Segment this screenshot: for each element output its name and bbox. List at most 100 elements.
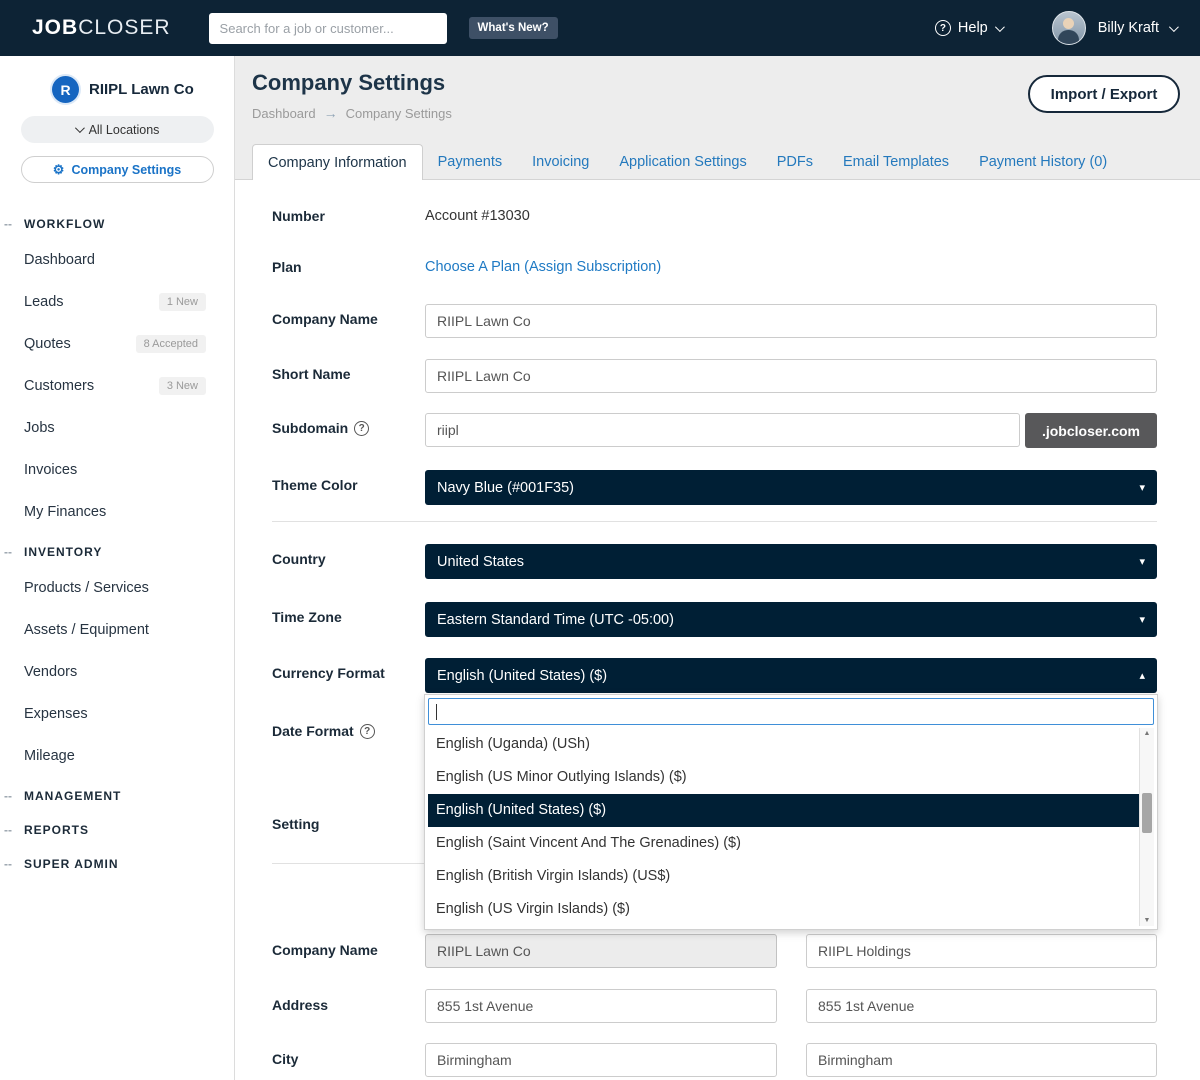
tab-payments[interactable]: Payments xyxy=(423,145,517,180)
theme-color-select[interactable]: Navy Blue (#001F35) ▾ xyxy=(425,470,1157,505)
option-english-british-virgin-islands[interactable]: English (British Virgin Islands) (US$) xyxy=(428,860,1139,893)
country-select[interactable]: United States ▾ xyxy=(425,544,1157,579)
help-menu[interactable]: ? Help xyxy=(935,20,1002,36)
currency-search-input[interactable] xyxy=(428,698,1154,725)
setting-label: Setting xyxy=(272,816,319,832)
company-name-input[interactable] xyxy=(425,304,1157,338)
sidebar-item-invoices[interactable]: Invoices xyxy=(0,449,234,491)
short-name-label: Short Name xyxy=(272,366,351,382)
dropdown-scrollbar[interactable]: ▲ ▼ xyxy=(1139,728,1154,926)
location2-address-input[interactable] xyxy=(806,989,1157,1023)
chevron-down-icon: ▾ xyxy=(1139,555,1145,568)
company-settings-button[interactable]: ⚙ Company Settings xyxy=(21,156,214,183)
scroll-up-icon[interactable]: ▲ xyxy=(1140,730,1154,737)
date-format-help-icon[interactable]: ? xyxy=(360,724,375,739)
company-name-label: Company Name xyxy=(272,311,378,327)
sidebar-item-quotes[interactable]: Quotes8 Accepted xyxy=(0,323,234,365)
sidebar-item-customers[interactable]: Customers3 New xyxy=(0,365,234,407)
customers-badge: 3 New xyxy=(159,377,206,395)
app-logo: JOBCLOSER xyxy=(32,16,171,40)
whats-new-button[interactable]: What's New? xyxy=(469,17,558,39)
sidebar: R RIIPL Lawn Co All Locations ⚙ Company … xyxy=(0,56,235,1080)
sidebar-item-label: Leads xyxy=(24,294,64,310)
arrow-right-icon: → xyxy=(324,105,338,121)
chevron-down-icon[interactable] xyxy=(1169,22,1179,32)
logo-primary: JOB xyxy=(32,16,78,39)
location2-company-name-input[interactable] xyxy=(806,934,1157,968)
location1-company-name-input xyxy=(425,934,777,968)
theme-color-value: Navy Blue (#001F35) xyxy=(437,480,574,496)
user-avatar[interactable] xyxy=(1052,11,1086,45)
plan-label: Plan xyxy=(272,259,302,275)
scrollbar-thumb[interactable] xyxy=(1142,793,1152,833)
option-english-us-minor-outlying-islands[interactable]: English (US Minor Outlying Islands) ($) xyxy=(428,761,1139,794)
section-super-admin[interactable]: SUPER ADMIN xyxy=(0,845,234,879)
subdomain-label: Subdomain ? xyxy=(272,420,369,436)
plan-links: Choose A Plan (Assign Subscription) xyxy=(425,259,661,275)
time-zone-select[interactable]: Eastern Standard Time (UTC -05:00) ▾ xyxy=(425,602,1157,637)
short-name-input[interactable] xyxy=(425,359,1157,393)
option-english-saint-vincent[interactable]: English (Saint Vincent And The Grenadine… xyxy=(428,827,1139,860)
account-number: Account #13030 xyxy=(425,208,530,224)
assign-subscription-link[interactable]: (Assign Subscription) xyxy=(524,259,661,275)
time-zone-value: Eastern Standard Time (UTC -05:00) xyxy=(437,612,674,628)
sidebar-item-mileage[interactable]: Mileage xyxy=(0,735,234,777)
sidebar-item-label: Dashboard xyxy=(24,252,95,268)
choose-a-plan-link[interactable]: Choose A Plan xyxy=(425,259,520,275)
section-workflow[interactable]: WORKFLOW xyxy=(0,205,234,239)
subdomain-help-icon[interactable]: ? xyxy=(354,421,369,436)
time-zone-label: Time Zone xyxy=(272,609,342,625)
tab-company-information[interactable]: Company Information xyxy=(252,144,423,180)
tab-email-templates[interactable]: Email Templates xyxy=(828,145,964,180)
section-reports[interactable]: REPORTS xyxy=(0,811,234,845)
currency-format-select[interactable]: English (United States) ($) ▴ xyxy=(425,658,1157,693)
breadcrumb-dashboard[interactable]: Dashboard xyxy=(252,106,316,121)
sidebar-item-label: Quotes xyxy=(24,336,71,352)
sidebar-item-leads[interactable]: Leads1 New xyxy=(0,281,234,323)
theme-color-label: Theme Color xyxy=(272,477,358,493)
chevron-up-icon: ▴ xyxy=(1139,669,1145,682)
location2-city-input[interactable] xyxy=(806,1043,1157,1077)
sidebar-item-label: Products / Services xyxy=(24,580,149,596)
currency-dropdown-panel: English (Uganda) (USh) English (US Minor… xyxy=(424,694,1158,930)
tab-application-settings[interactable]: Application Settings xyxy=(604,145,761,180)
company-name: RIIPL Lawn Co xyxy=(89,81,194,98)
sidebar-item-vendors[interactable]: Vendors xyxy=(0,651,234,693)
global-search-input[interactable] xyxy=(209,13,447,44)
chevron-down-icon xyxy=(75,123,85,133)
option-english-united-states[interactable]: English (United States) ($) xyxy=(428,794,1139,827)
sidebar-item-my-finances[interactable]: My Finances xyxy=(0,491,234,533)
tab-bar: Company Information Payments Invoicing A… xyxy=(252,144,1122,180)
sidebar-item-dashboard[interactable]: Dashboard xyxy=(0,239,234,281)
section-inventory[interactable]: INVENTORY xyxy=(0,533,234,567)
currency-options-list: English (Uganda) (USh) English (US Minor… xyxy=(428,728,1154,926)
help-label: Help xyxy=(958,20,988,36)
subdomain-input[interactable] xyxy=(425,413,1020,447)
tab-payment-history[interactable]: Payment History (0) xyxy=(964,145,1122,180)
sidebar-item-jobs[interactable]: Jobs xyxy=(0,407,234,449)
scroll-down-icon[interactable]: ▼ xyxy=(1140,917,1154,924)
number-label: Number xyxy=(272,208,325,224)
all-locations-dropdown[interactable]: All Locations xyxy=(21,116,214,143)
sidebar-item-expenses[interactable]: Expenses xyxy=(0,693,234,735)
top-bar: JOBCLOSER What's New? ? Help Billy Kraft xyxy=(0,0,1200,56)
gear-icon: ⚙ xyxy=(53,163,65,176)
import-export-button[interactable]: Import / Export xyxy=(1028,75,1180,113)
sidebar-item-label: Expenses xyxy=(24,706,88,722)
sidebar-item-label: Vendors xyxy=(24,664,77,680)
breadcrumb: Dashboard → Company Settings xyxy=(252,105,452,121)
date-format-label: Date Format ? xyxy=(272,723,375,739)
option-english-uganda[interactable]: English (Uganda) (USh) xyxy=(428,728,1139,761)
sidebar-item-label: My Finances xyxy=(24,504,106,520)
tab-pdfs[interactable]: PDFs xyxy=(762,145,828,180)
section-management[interactable]: MANAGEMENT xyxy=(0,777,234,811)
all-locations-label: All Locations xyxy=(89,123,160,137)
option-english-us-virgin-islands[interactable]: English (US Virgin Islands) ($) xyxy=(428,893,1139,926)
location1-address-input[interactable] xyxy=(425,989,777,1023)
location1-city-input[interactable] xyxy=(425,1043,777,1077)
address-label: Address xyxy=(272,997,328,1013)
sidebar-item-assets-equipment[interactable]: Assets / Equipment xyxy=(0,609,234,651)
text-cursor xyxy=(436,704,437,720)
sidebar-item-products-services[interactable]: Products / Services xyxy=(0,567,234,609)
tab-invoicing[interactable]: Invoicing xyxy=(517,145,604,180)
